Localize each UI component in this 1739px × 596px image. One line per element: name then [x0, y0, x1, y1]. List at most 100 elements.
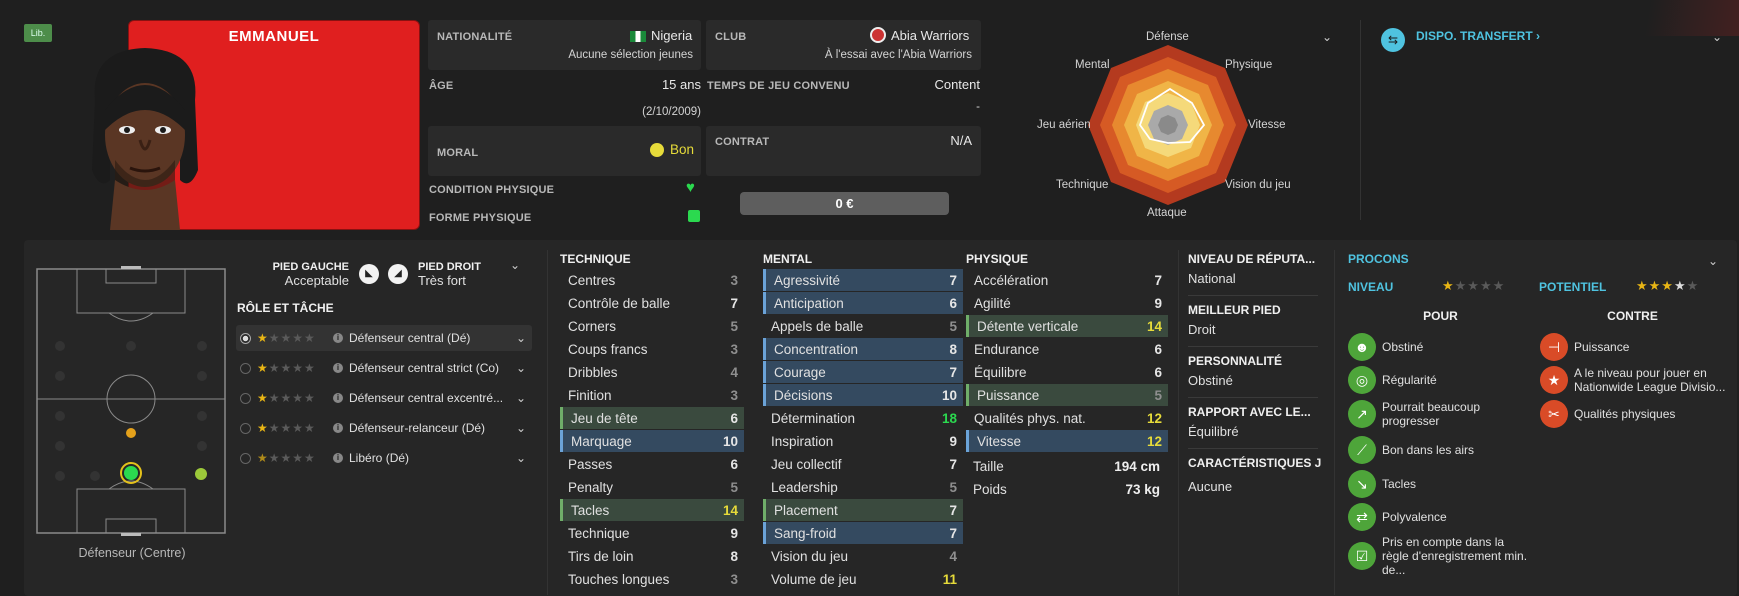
value-bar[interactable]: 0 €: [740, 192, 949, 215]
con-label: Puissance: [1574, 340, 1630, 354]
role-label: Défenseur central strict (Co): [349, 361, 500, 375]
club-value[interactable]: Abia Warriors: [891, 28, 969, 43]
role-row[interactable]: ★★★★★ i Défenseur central excentré... ⌄: [236, 385, 532, 411]
feet-chevron-icon[interactable]: ⌄: [510, 258, 520, 272]
attribute-row[interactable]: Volume de jeu 11: [763, 568, 963, 590]
info-icon[interactable]: i: [333, 363, 343, 373]
attribute-row[interactable]: Inspiration 9: [763, 430, 963, 452]
best-foot-value: Droit: [1188, 322, 1216, 337]
attribute-row[interactable]: Passes 6: [560, 453, 744, 475]
role-row[interactable]: ★★★★★ i Défenseur central (Dé) ⌄: [236, 325, 532, 351]
mental-title: MENTAL: [763, 252, 813, 266]
attribute-row[interactable]: Jeu de tête 6: [560, 407, 744, 429]
role-row[interactable]: ★★★★★ i Libéro (Dé) ⌄: [236, 445, 532, 471]
attribute-row[interactable]: Jeu collectif 7: [763, 453, 963, 475]
info-icon[interactable]: i: [333, 393, 343, 403]
attribute-name: Tacles: [571, 502, 610, 518]
radar-dropdown-chevron-icon[interactable]: ⌄: [1322, 30, 1332, 44]
technique-title: TECHNIQUE: [560, 252, 631, 266]
attribute-name: Agilité: [974, 295, 1011, 311]
info-icon[interactable]: i: [333, 453, 343, 463]
attribute-row[interactable]: Vitesse 12: [966, 430, 1168, 452]
attribute-value: 7: [949, 525, 957, 541]
chevron-down-icon[interactable]: ⌄: [516, 451, 526, 465]
attribute-value: 3: [730, 571, 738, 587]
attribute-row[interactable]: Marquage 10: [560, 430, 744, 452]
attribute-row[interactable]: Décisions 10: [763, 384, 963, 406]
attribute-value: 6: [730, 456, 738, 472]
contract-label: CONTRAT: [715, 136, 770, 148]
pro-label: Régularité: [1382, 373, 1437, 387]
attribute-name: Sang-froid: [774, 525, 837, 541]
role-row[interactable]: ★★★★★ i Défenseur central strict (Co) ⌄: [236, 355, 532, 381]
attribute-row[interactable]: Détente verticale 14: [966, 315, 1168, 337]
role-row[interactable]: ★★★★★ i Défenseur-relanceur (Dé) ⌄: [236, 415, 532, 441]
level-stars: ★★★★★: [1442, 278, 1506, 293]
chevron-down-icon[interactable]: ⌄: [516, 391, 526, 405]
attribute-row[interactable]: Dribbles 4: [560, 361, 744, 383]
attribute-row[interactable]: Penalty 5: [560, 476, 744, 498]
role-radio[interactable]: [240, 362, 251, 374]
attribute-row[interactable]: Concentration 8: [763, 338, 963, 360]
attribute-row[interactable]: Courage 7: [763, 361, 963, 383]
role-radio[interactable]: [240, 392, 251, 404]
attribute-value: 6: [949, 295, 957, 311]
attribute-row[interactable]: Placement 7: [763, 499, 963, 521]
attribute-row[interactable]: Agressivité 7: [763, 269, 963, 291]
attribute-row[interactable]: Vision du jeu 4: [763, 545, 963, 567]
info-icon[interactable]: i: [333, 423, 343, 433]
right-boot-icon: ◢: [388, 264, 408, 284]
procons-chevron-icon[interactable]: ⌄: [1708, 254, 1718, 268]
radar-label-vitesse: Vitesse: [1248, 119, 1286, 131]
pro-item: ↘ Tacles: [1348, 470, 1533, 498]
attribute-row[interactable]: Tacles 14: [560, 499, 744, 521]
attribute-row[interactable]: Détermination 18: [763, 407, 963, 429]
attribute-name: Jeu collectif: [771, 456, 842, 472]
attribute-row[interactable]: Sang-froid 7: [763, 522, 963, 544]
role-radio[interactable]: [240, 452, 251, 464]
attribute-row[interactable]: Tirs de loin 8: [560, 545, 744, 567]
attribute-row[interactable]: Équilibre 6: [966, 361, 1168, 383]
divider: [1188, 397, 1318, 398]
attribute-row[interactable]: Leadership 5: [763, 476, 963, 498]
characteristics-label: CARACTÉRISTIQUES J: [1188, 456, 1322, 470]
column-divider: [547, 250, 548, 595]
attribute-row[interactable]: Agilité 9: [966, 292, 1168, 314]
role-radio[interactable]: [240, 332, 251, 344]
attribute-row[interactable]: Puissance 5: [966, 384, 1168, 406]
attribute-name: Jeu de tête: [571, 410, 638, 426]
attribute-row[interactable]: Technique 9: [560, 522, 744, 544]
chevron-down-icon[interactable]: ⌄: [516, 361, 526, 375]
role-radio[interactable]: [240, 422, 251, 434]
con-item: ★ A le niveau pour jouer en Nationwide Le…: [1540, 366, 1732, 394]
pro-item: ☻ Obstiné: [1348, 333, 1533, 361]
morale-value[interactable]: Bon: [670, 142, 694, 157]
morale-icon: [650, 143, 664, 157]
attribute-row[interactable]: Qualités phys. nat. 12: [966, 407, 1168, 429]
attribute-value: 3: [730, 387, 738, 403]
attribute-row[interactable]: Anticipation 6: [763, 292, 963, 314]
transfer-link[interactable]: DISPO. TRANSFERT ›: [1416, 29, 1540, 43]
attribute-row[interactable]: Endurance 6: [966, 338, 1168, 360]
attribute-row[interactable]: Appels de balle 5: [763, 315, 963, 337]
left-boot-icon: ◣: [359, 264, 379, 284]
club-label: CLUB: [715, 31, 747, 43]
chevron-down-icon[interactable]: ⌄: [516, 421, 526, 435]
nationality-label: NATIONALITÉ: [437, 31, 513, 43]
attribute-row[interactable]: Accélération 7: [966, 269, 1168, 291]
attribute-row[interactable]: Finition 3: [560, 384, 744, 406]
attribute-row[interactable]: Contrôle de balle 7: [560, 292, 744, 314]
relation-label: RAPPORT AVEC LE...: [1188, 405, 1311, 419]
attribute-row[interactable]: Centres 3: [560, 269, 744, 291]
attribute-name: Qualités phys. nat.: [974, 410, 1086, 426]
right-foot-value: Très fort: [418, 273, 466, 288]
attribute-value: 5: [730, 479, 738, 495]
attribute-row[interactable]: Touches longues 3: [560, 568, 744, 590]
attribute-row[interactable]: Coups francs 3: [560, 338, 744, 360]
attribute-name: Finition: [568, 387, 612, 403]
attribute-row[interactable]: Corners 5: [560, 315, 744, 337]
info-icon[interactable]: i: [333, 333, 343, 343]
chevron-down-icon[interactable]: ⌄: [516, 331, 526, 345]
nationality-value[interactable]: Nigeria: [651, 28, 692, 43]
attribute-value: 18: [941, 410, 957, 426]
